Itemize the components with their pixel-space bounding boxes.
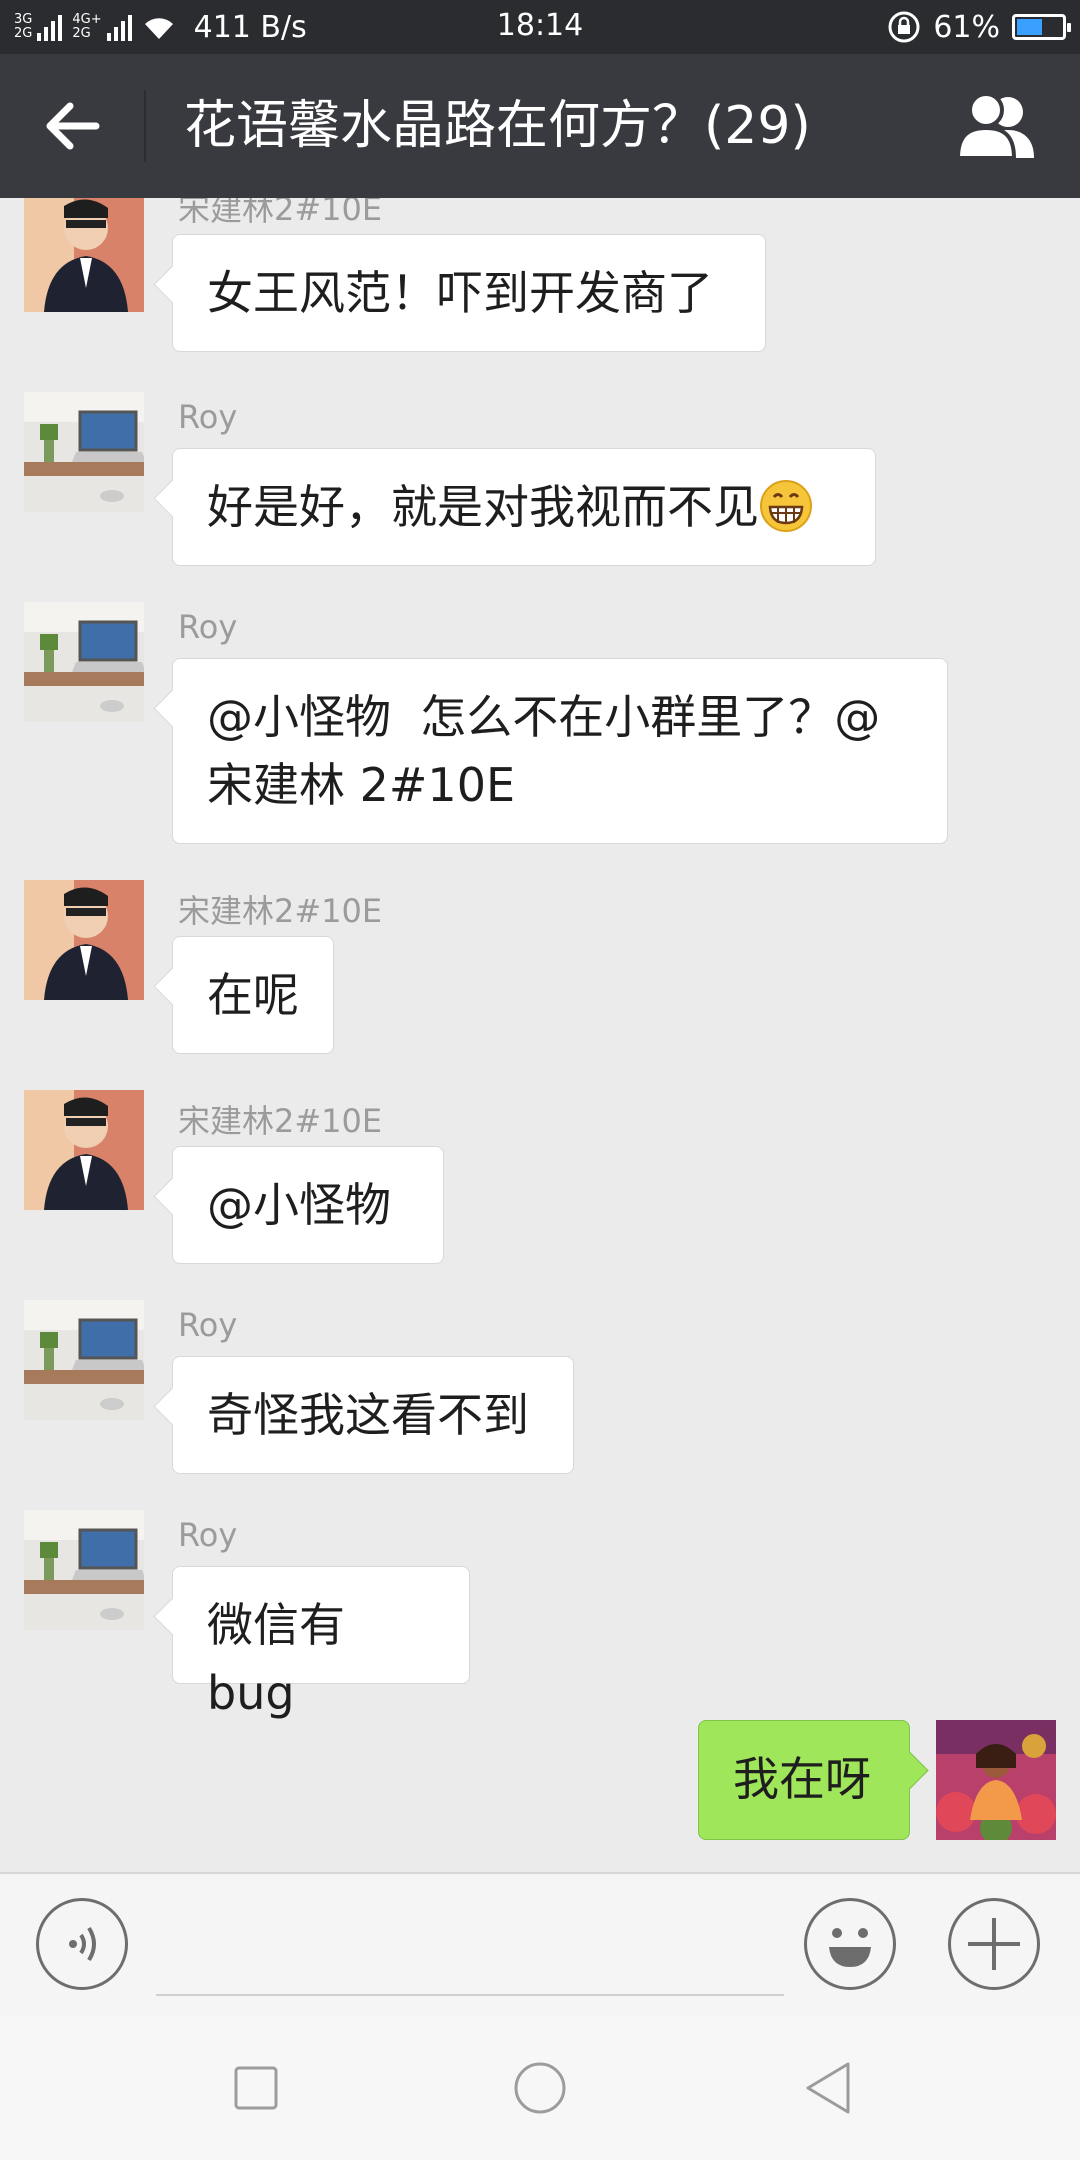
message-text: 奇怪我这看不到 [207,1388,529,1442]
avatar[interactable] [24,392,144,512]
circle-home-icon[interactable] [510,2058,570,2118]
sender-name: Roy [178,1516,238,1554]
message-list[interactable]: 宋建林2#10E 女王风范！吓到开发商了 Roy 好是好，就是对我视而不见 Ro… [0,198,1080,1872]
plus-icon [968,1918,1020,1970]
message-bubble[interactable]: 我在呀 [698,1720,910,1840]
message-bubble[interactable]: @小怪物 [172,1146,444,1264]
sender-name: Roy [178,608,238,646]
system-nav-bar [0,2016,1080,2160]
input-bar [0,1872,1080,2016]
chat-title: 花语馨水晶路在何方？(29) [184,96,811,156]
group-members-icon[interactable] [956,92,1038,160]
emoji-button[interactable] [804,1898,896,1990]
triangle-back-icon[interactable] [798,2058,858,2118]
header-divider [144,90,146,162]
avatar[interactable] [24,880,144,1000]
voice-input-button[interactable] [36,1898,128,1990]
voice-input-icon [69,1926,96,1962]
avatar[interactable] [24,602,144,722]
avatar[interactable] [24,1090,144,1210]
status-bar: 3G 2G 4G+ 2G 411 B/s 18:14 61% [0,0,1080,54]
arrow-left-icon[interactable] [40,96,104,156]
message-text-line-1: @小怪物 怎么不在小群里了？@ [207,690,881,744]
battery-icon [1012,14,1071,40]
rotation-lock-icon [888,11,920,43]
message-text: 我在呀 [733,1752,871,1806]
message-text: 好是好，就是对我视而不见 [207,480,759,534]
chat-header: 花语馨水晶路在何方？(29) [0,54,1080,198]
message-text: 微信有 bug [207,1598,345,1720]
message-text: 在呢 [207,968,299,1022]
avatar[interactable] [24,198,144,312]
message-input[interactable] [156,1902,784,1996]
message-bubble[interactable]: 微信有 bug [172,1566,470,1720]
sender-name: 宋建林2#10E [178,892,383,930]
sender-name: 宋建林2#10E [178,198,383,228]
sender-name: Roy [178,398,238,436]
message-bubble[interactable]: 奇怪我这看不到 [172,1356,574,1474]
square-recents-icon[interactable] [226,2058,286,2118]
sender-name: Roy [178,1306,238,1344]
message-text-line-2: 宋建林 2#10E [207,758,516,812]
message-text: @小怪物 [207,1178,391,1232]
more-button[interactable] [948,1898,1040,1990]
smiley-icon [829,1928,871,1967]
avatar[interactable] [936,1720,1056,1840]
message-bubble[interactable]: 女王风范！吓到开发商了 [172,234,766,352]
message-bubble[interactable]: 好是好，就是对我视而不见 [172,448,876,566]
message-text: 女王风范！吓到开发商了 [207,266,713,320]
message-bubble[interactable]: 在呢 [172,936,334,1054]
message-bubble[interactable]: @小怪物 怎么不在小群里了？@ 宋建林 2#10E [172,658,948,844]
battery-percent: 61% [933,9,1000,45]
avatar[interactable] [24,1510,144,1630]
status-right: 61% [887,0,1071,54]
sender-name: 宋建林2#10E [178,1102,383,1140]
grinning-face-emoji [760,480,812,532]
avatar[interactable] [24,1300,144,1420]
